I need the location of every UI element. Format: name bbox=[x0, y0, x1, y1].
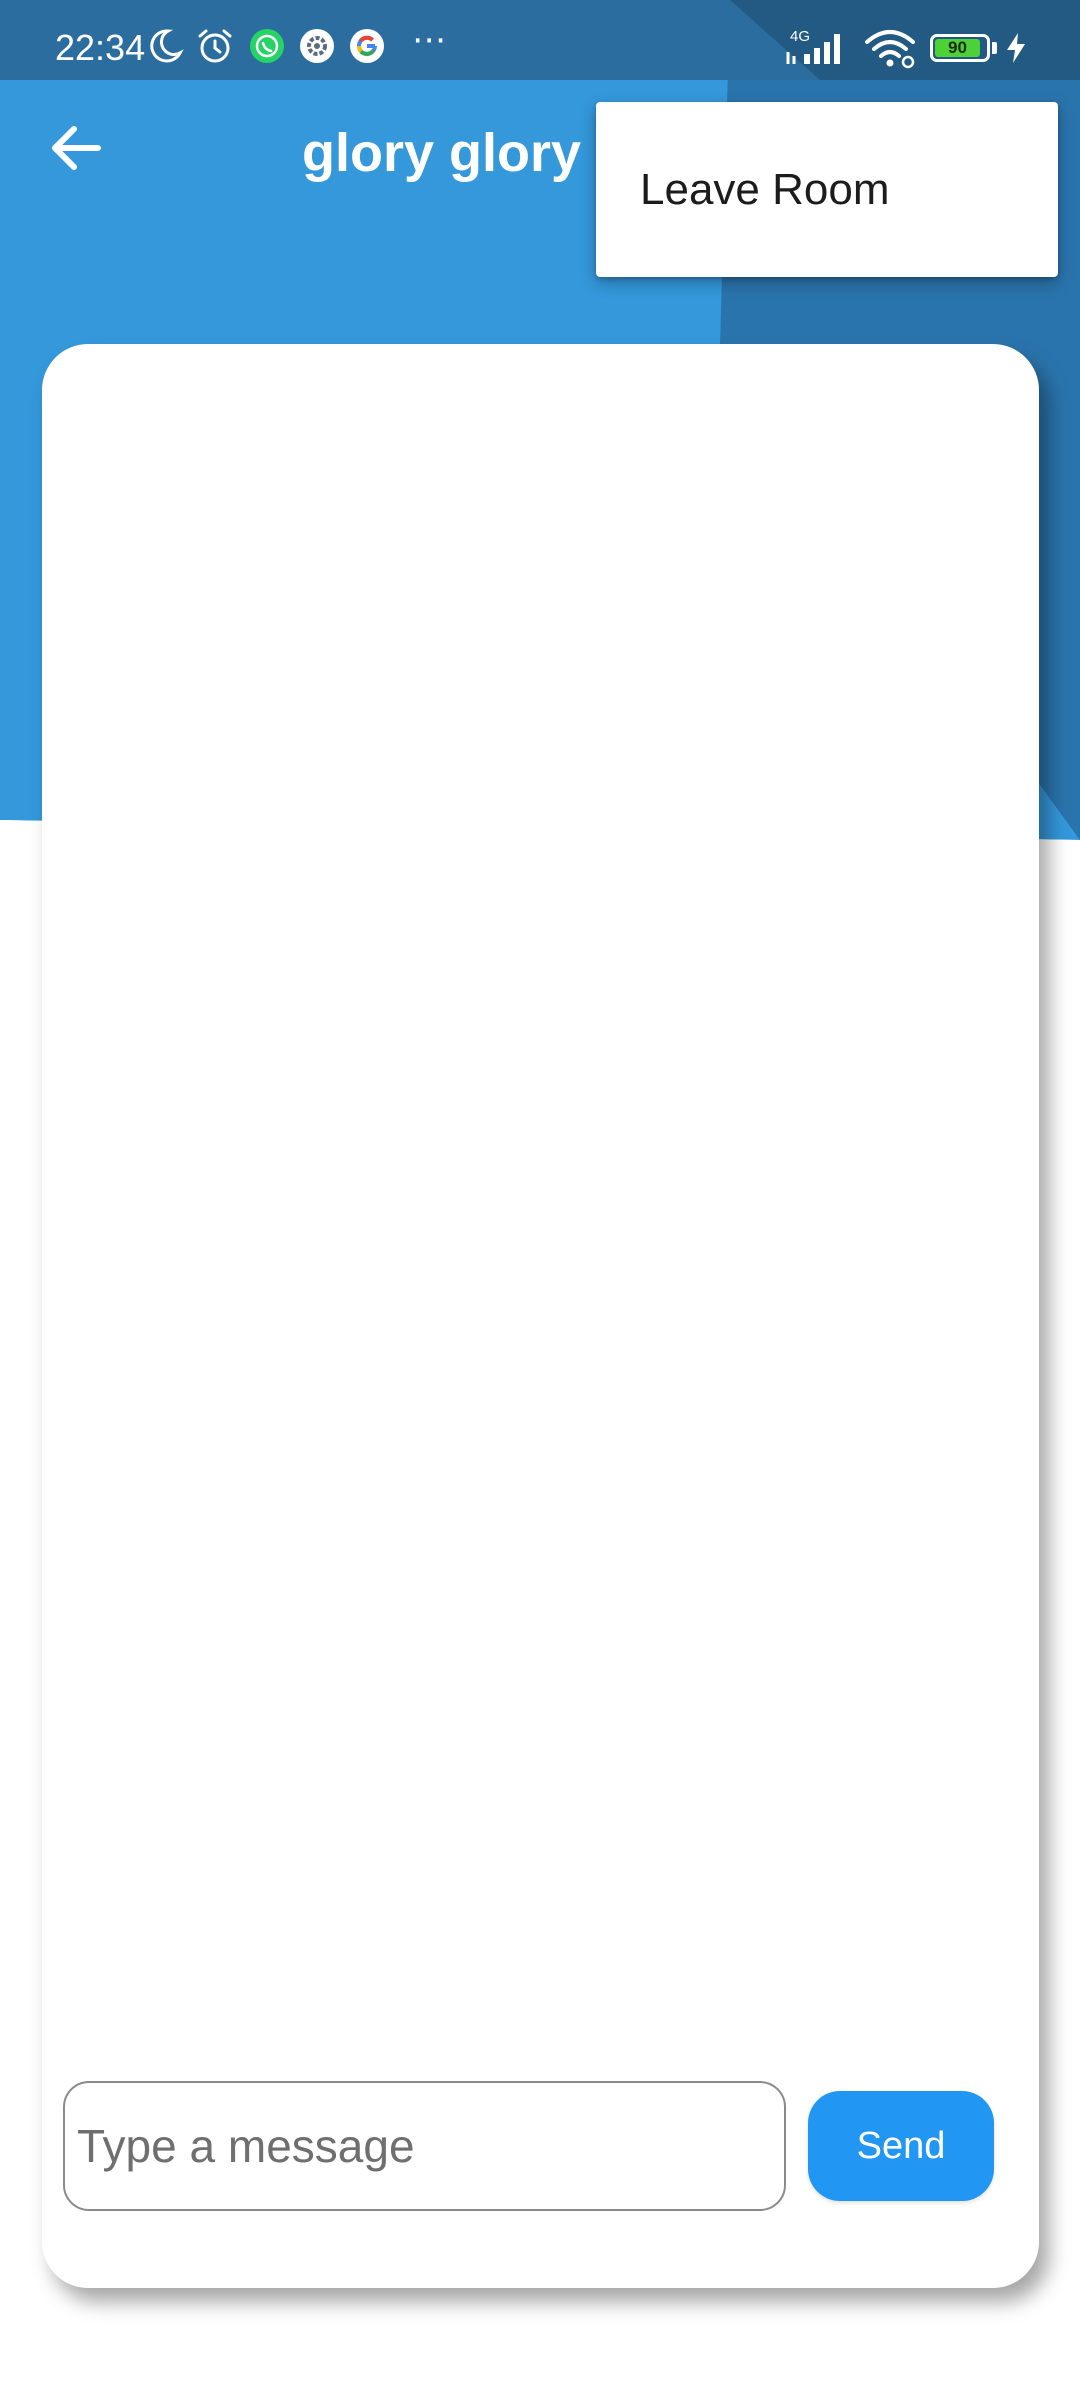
charging-bolt-icon bbox=[1007, 33, 1025, 63]
google-icon bbox=[350, 29, 384, 63]
send-button[interactable]: Send bbox=[808, 2091, 994, 2201]
battery-level: 90 bbox=[935, 39, 980, 57]
menu-item-leave-room[interactable]: Leave Room bbox=[596, 102, 1058, 277]
arrow-left-icon[interactable] bbox=[40, 112, 112, 184]
battery-icon: 90 bbox=[930, 34, 990, 62]
message-list[interactable] bbox=[42, 344, 1039, 2044]
signal-icon bbox=[786, 34, 840, 64]
message-input[interactable] bbox=[63, 2081, 786, 2211]
page-title: glory glory m bbox=[302, 123, 645, 183]
status-bar: 22:34 ⋯ 4G 90 bbox=[0, 0, 1080, 80]
status-time: 22:34 bbox=[55, 27, 146, 68]
battery-nub bbox=[992, 42, 997, 54]
more-dots-icon: ⋯ bbox=[412, 21, 448, 59]
moon-icon bbox=[150, 29, 184, 63]
overflow-menu: Leave Room bbox=[596, 102, 1058, 277]
whatsapp-icon bbox=[250, 29, 284, 63]
alarm-icon bbox=[198, 29, 232, 63]
chat-card: Send bbox=[42, 344, 1039, 2288]
settings-app-icon bbox=[300, 29, 334, 63]
wifi-icon bbox=[865, 30, 915, 69]
